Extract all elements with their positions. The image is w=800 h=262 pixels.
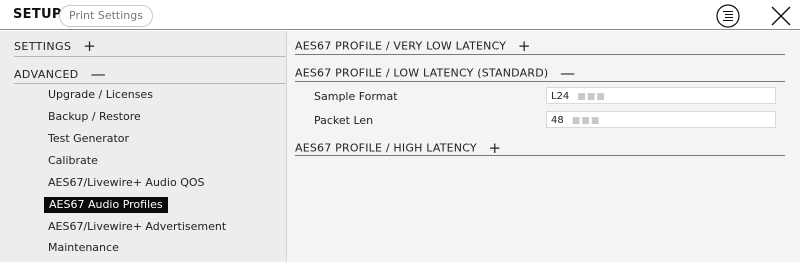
- sidebar-divider: [14, 56, 286, 57]
- list-menu-icon[interactable]: [715, 3, 741, 29]
- packet-len-label: Packet Len: [314, 114, 374, 127]
- field-placeholder-dots: ■■■: [577, 92, 606, 102]
- sidebar-section-label: SETTINGS: [14, 39, 72, 53]
- packet-len-value: 48: [551, 115, 564, 126]
- print-settings-button[interactable]: Print Settings: [59, 5, 153, 27]
- expand-icon: +: [83, 36, 97, 55]
- section-divider: [295, 155, 785, 156]
- header-divider: [0, 29, 800, 30]
- expand-icon: +: [517, 36, 531, 55]
- sidebar-divider: [14, 83, 286, 84]
- sample-format-value: L24: [551, 91, 570, 102]
- close-icon[interactable]: [769, 4, 793, 28]
- section-high-latency[interactable]: AES67 PROFILE / HIGH LATENCY +: [295, 138, 502, 157]
- sidebar-item-maintenance[interactable]: Maintenance: [48, 240, 119, 256]
- sidebar-item-upgrade-licenses[interactable]: Upgrade / Licenses: [48, 87, 153, 103]
- sidebar-section-settings[interactable]: SETTINGS +: [14, 36, 97, 55]
- field-placeholder-dots: ■■■: [571, 116, 601, 126]
- sidebar-item-calibrate[interactable]: Calibrate: [48, 153, 98, 169]
- packet-len-field[interactable]: 48 ■■■: [546, 111, 776, 128]
- section-divider: [295, 81, 785, 82]
- expand-icon: +: [488, 138, 502, 157]
- top-bar: SETUP Print Settings: [0, 0, 800, 31]
- sidebar-item-test-generator[interactable]: Test Generator: [48, 131, 129, 147]
- section-divider: [295, 54, 785, 55]
- collapse-icon: —: [90, 64, 106, 83]
- section-label: AES67 PROFILE / VERY LOW LATENCY: [295, 39, 507, 53]
- sample-format-label: Sample Format: [314, 90, 398, 103]
- section-low-latency[interactable]: AES67 PROFILE / LOW LATENCY (STANDARD) —: [295, 63, 576, 82]
- sample-format-field[interactable]: L24 ■■■: [546, 87, 776, 104]
- sidebar-item-audio-profiles[interactable]: AES67 Audio Profiles: [44, 197, 168, 213]
- collapse-icon: —: [560, 63, 576, 82]
- section-label: AES67 PROFILE / HIGH LATENCY: [295, 141, 477, 155]
- page-title: SETUP: [13, 7, 62, 22]
- sidebar-item-backup-restore[interactable]: Backup / Restore: [48, 109, 141, 125]
- sidebar-section-advanced[interactable]: ADVANCED —: [14, 64, 106, 83]
- section-very-low-latency[interactable]: AES67 PROFILE / VERY LOW LATENCY +: [295, 36, 531, 55]
- sidebar-item-audio-qos[interactable]: AES67/Livewire+ Audio QOS: [48, 175, 205, 191]
- section-label: AES67 PROFILE / LOW LATENCY (STANDARD): [295, 66, 549, 80]
- sidebar-section-label: ADVANCED: [14, 67, 79, 81]
- sidebar-item-advertisement[interactable]: AES67/Livewire+ Advertisement: [48, 219, 226, 235]
- sidebar: SETTINGS + ADVANCED — Upgrade / Licenses…: [0, 31, 286, 262]
- main-content: AES67 PROFILE / VERY LOW LATENCY + AES67…: [287, 31, 800, 262]
